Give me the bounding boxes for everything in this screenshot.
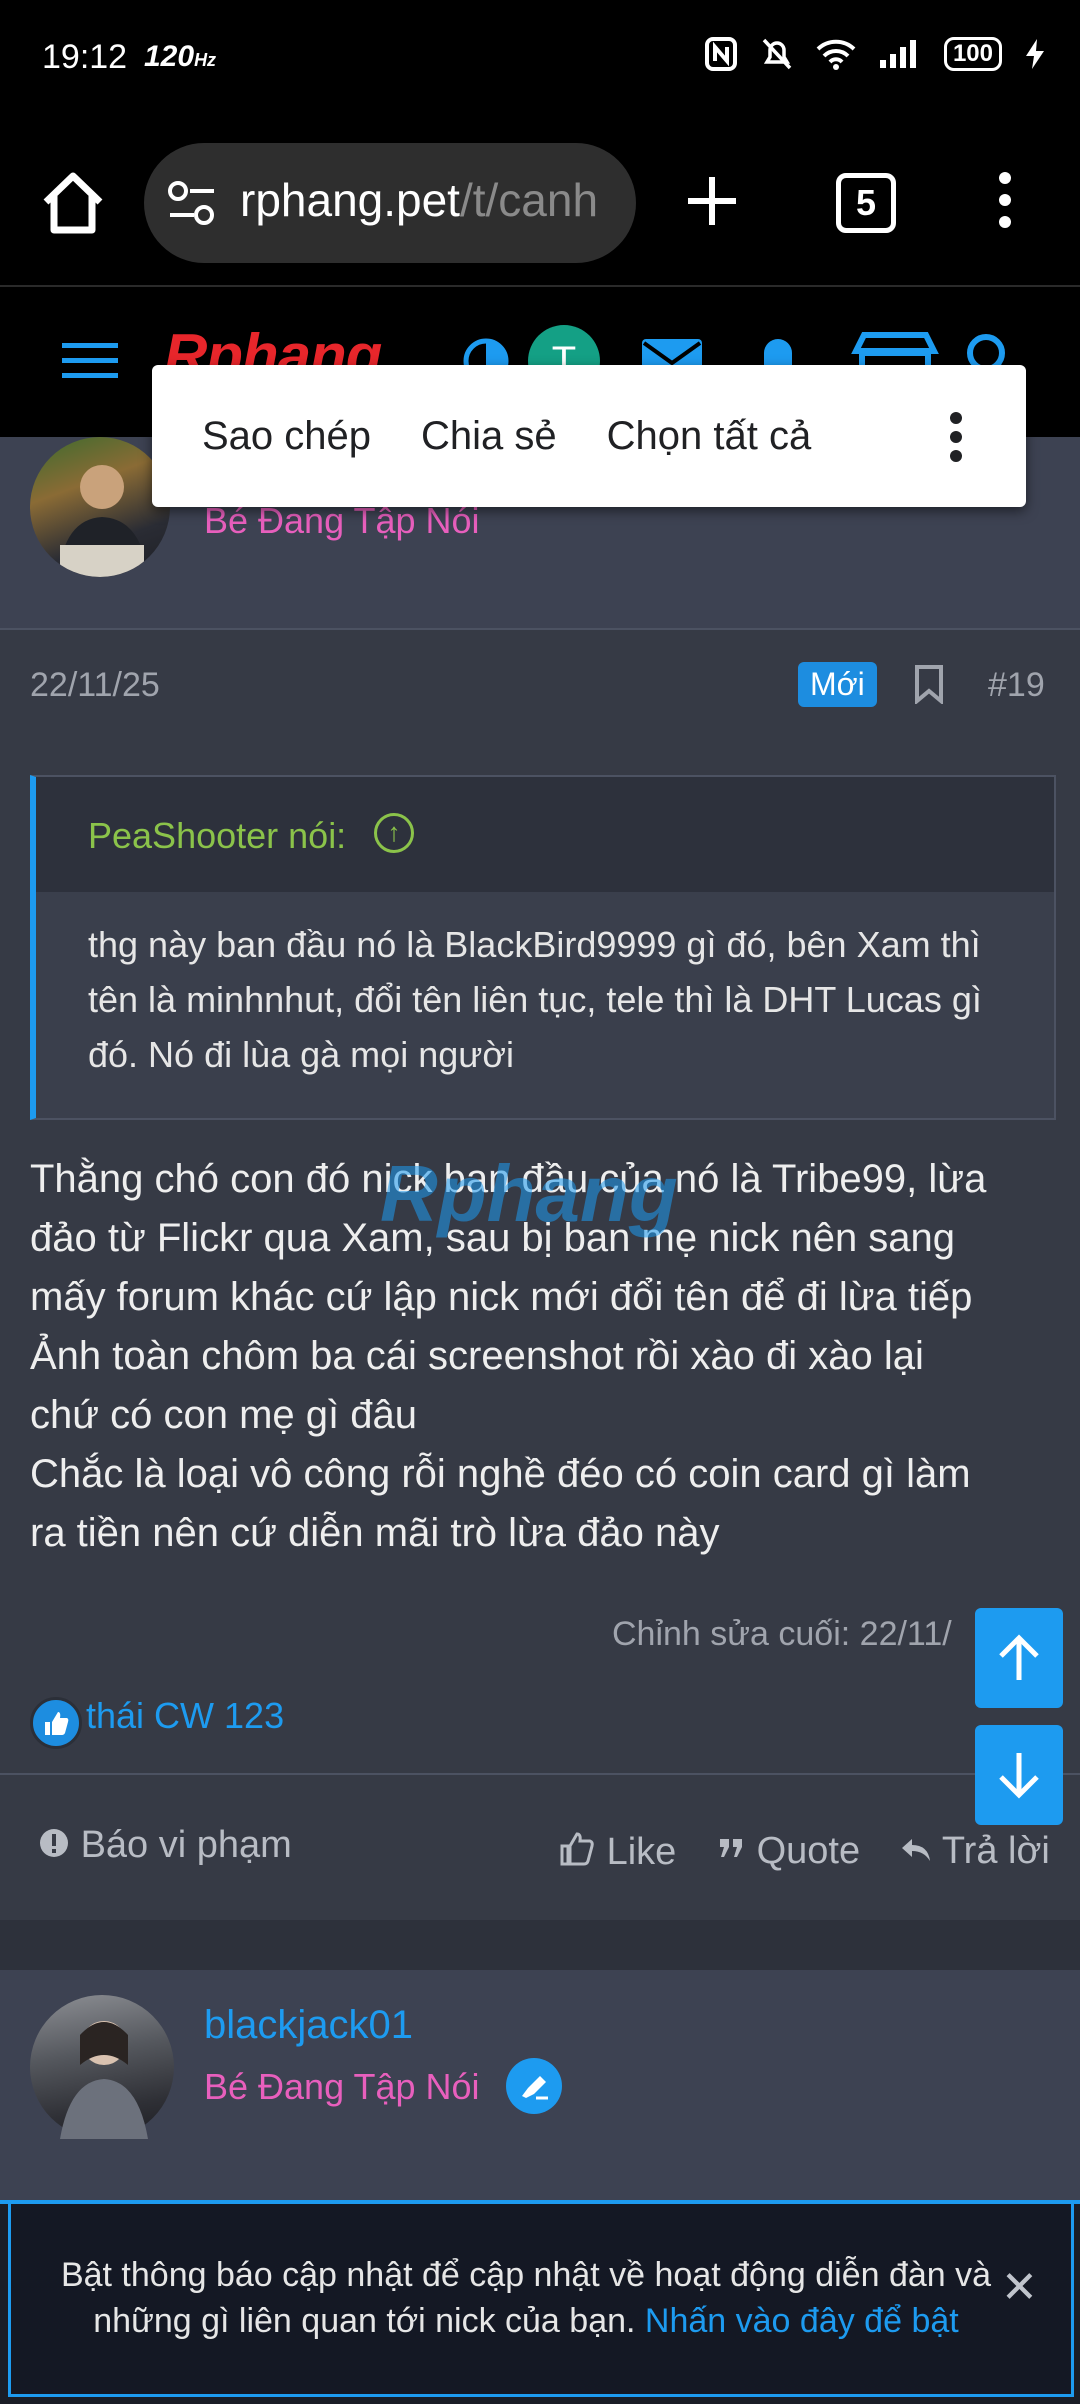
new-tab-button[interactable] xyxy=(684,170,740,240)
watermark-logo: Rphang xyxy=(380,1149,678,1238)
quote-block: PeaShooter nói: ↑ thg này ban đầu nó là … xyxy=(30,775,1056,1120)
enable-notifications-link[interactable]: Nhấn vào đây để bật xyxy=(645,2302,959,2340)
plus-icon xyxy=(688,177,736,225)
hamburger-icon xyxy=(62,343,118,378)
site-settings-icon[interactable] xyxy=(166,179,218,227)
status-bar: 19:12 120Hz 100 xyxy=(0,0,1080,125)
scroll-to-bottom-button[interactable] xyxy=(975,1725,1063,1825)
status-icons: 100 xyxy=(704,36,1046,72)
last-edit-note: Chỉnh sửa cuối: 22/11/ xyxy=(612,1615,952,1653)
divider xyxy=(0,628,1080,630)
author-username[interactable]: blackjack01 xyxy=(204,2003,413,2048)
status-time: 19:12 xyxy=(42,38,128,76)
like-button[interactable]: Like xyxy=(558,1830,676,1874)
author-role: Bé Đang Tập Nói xyxy=(204,2066,480,2107)
nfc-icon xyxy=(704,37,737,71)
notification-box: Bật thông báo cập nhật để cập nhật về ho… xyxy=(8,2204,1074,2397)
post-body-line: Ảnh toàn chôm ba cái screenshot rồi xào … xyxy=(30,1334,924,1378)
browser-menu-button[interactable] xyxy=(985,170,1025,235)
text-selection-menu: Sao chép Chia sẻ Chọn tất cả xyxy=(152,365,1026,507)
copy-button[interactable]: Sao chép xyxy=(152,414,371,459)
push-notification-prompt: Bật thông báo cập nhật để cập nhật về ho… xyxy=(0,2200,1080,2404)
wifi-icon xyxy=(816,39,856,70)
notification-text: Bật thông báo cập nhật để cập nhật về ho… xyxy=(51,2252,1001,2344)
post-body-line: mấy forum khác cứ lập nick mới đổi tên đ… xyxy=(30,1275,973,1319)
address-bar[interactable]: rphang.pet/t/canh xyxy=(144,143,636,263)
like-label: Like xyxy=(606,1831,677,1873)
reply-icon xyxy=(902,1839,930,1861)
refresh-rate: 120Hz xyxy=(144,40,217,73)
charging-icon xyxy=(1026,39,1044,69)
jump-to-quote-icon[interactable]: ↑ xyxy=(374,813,414,853)
author-avatar[interactable] xyxy=(30,1995,174,2139)
post-body-line: Chắc là loại vô công rỗi nghề đéo có coi… xyxy=(30,1452,971,1496)
post-separator xyxy=(0,1920,1080,1970)
more-vert-icon xyxy=(999,172,1011,228)
alert-icon xyxy=(40,1829,68,1857)
avatar-photo xyxy=(60,2021,148,2139)
post-body-line: chứ có con mẹ gì đâu xyxy=(30,1393,417,1437)
signal-icon xyxy=(879,40,916,68)
new-badge: Mới xyxy=(798,662,877,707)
reply-label: Trả lời xyxy=(941,1830,1050,1872)
verified-badge-icon xyxy=(506,2058,562,2114)
avatar-photo xyxy=(58,465,148,577)
arrow-up-icon xyxy=(999,1634,1039,1680)
site-menu-button[interactable] xyxy=(60,337,120,390)
quote-author[interactable]: PeaShooter nói: xyxy=(88,815,346,857)
like-reaction-icon xyxy=(30,1697,82,1749)
post-body-line: ra tiền nên cứ diễn mãi trò lừa đảo này xyxy=(30,1511,720,1555)
browser-toolbar: rphang.pet/t/canh 5 xyxy=(0,125,1080,285)
quote-label: Quote xyxy=(756,1830,861,1872)
mute-bell-icon xyxy=(762,38,792,70)
battery-icon: 100 xyxy=(943,37,1002,71)
author-avatar[interactable] xyxy=(30,437,170,577)
post-date[interactable]: 22/11/25 xyxy=(30,666,160,705)
more-vert-icon[interactable] xyxy=(946,411,966,463)
report-button[interactable]: Báo vi phạm xyxy=(38,1824,292,1867)
quote-button[interactable]: Quote xyxy=(718,1830,860,1873)
select-all-button[interactable]: Chọn tất cả xyxy=(557,414,812,459)
home-button[interactable] xyxy=(30,160,116,246)
divider xyxy=(0,1773,1080,1775)
reaction-users[interactable]: thái CW 123 xyxy=(86,1695,284,1737)
close-icon[interactable]: ✕ xyxy=(1001,2262,1038,2313)
report-label: Báo vi phạm xyxy=(80,1824,292,1866)
scroll-to-top-button[interactable] xyxy=(975,1608,1063,1708)
arrow-down-icon xyxy=(999,1753,1039,1799)
quote-icon xyxy=(720,1839,742,1857)
post-number[interactable]: #19 xyxy=(988,666,1045,705)
quote-header: PeaShooter nói: ↑ xyxy=(36,777,1054,892)
bookmark-icon[interactable] xyxy=(912,664,946,704)
url-text[interactable]: rphang.pet/t/canh xyxy=(240,173,620,227)
tab-switcher-button[interactable]: 5 xyxy=(836,173,896,233)
quote-text: thg này ban đầu nó là BlackBird9999 gì đ… xyxy=(88,924,982,1075)
reply-button[interactable]: Trả lời xyxy=(900,1830,1050,1873)
share-button[interactable]: Chia sẻ xyxy=(371,414,557,459)
thumbs-up-icon xyxy=(560,1832,594,1866)
home-icon xyxy=(43,172,103,234)
